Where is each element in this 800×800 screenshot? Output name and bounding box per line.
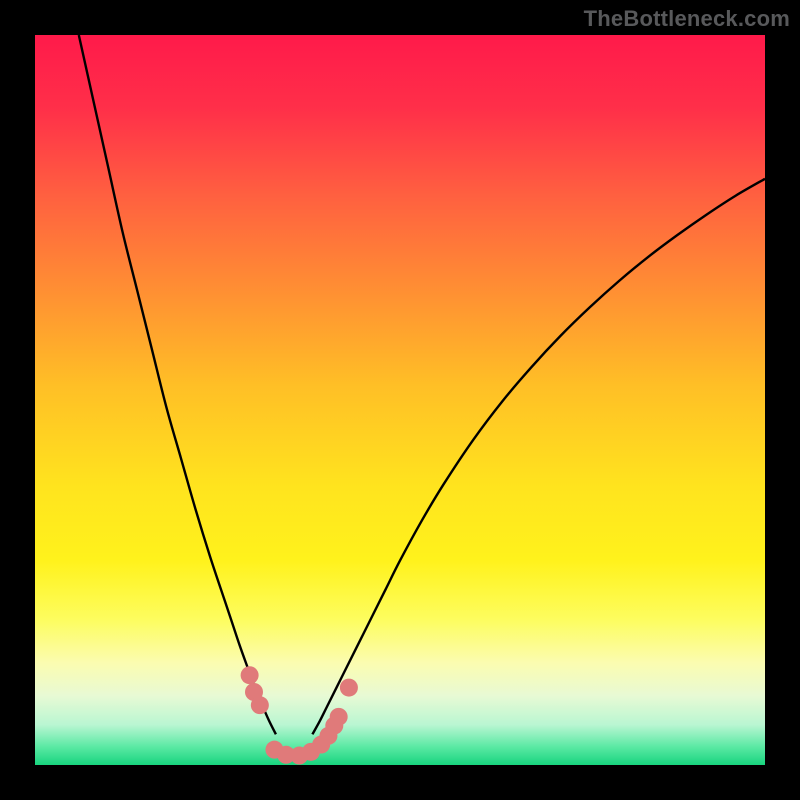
chart-frame: TheBottleneck.com: [0, 0, 800, 800]
watermark-text: TheBottleneck.com: [584, 6, 790, 32]
gradient-background: [35, 35, 765, 765]
marker-left-dot-3: [251, 696, 269, 714]
marker-left-dot-1: [241, 666, 259, 684]
chart-svg: [35, 35, 765, 765]
plot-area: [35, 35, 765, 765]
marker-floor-8: [330, 708, 348, 726]
marker-right-dot-1: [340, 679, 358, 697]
